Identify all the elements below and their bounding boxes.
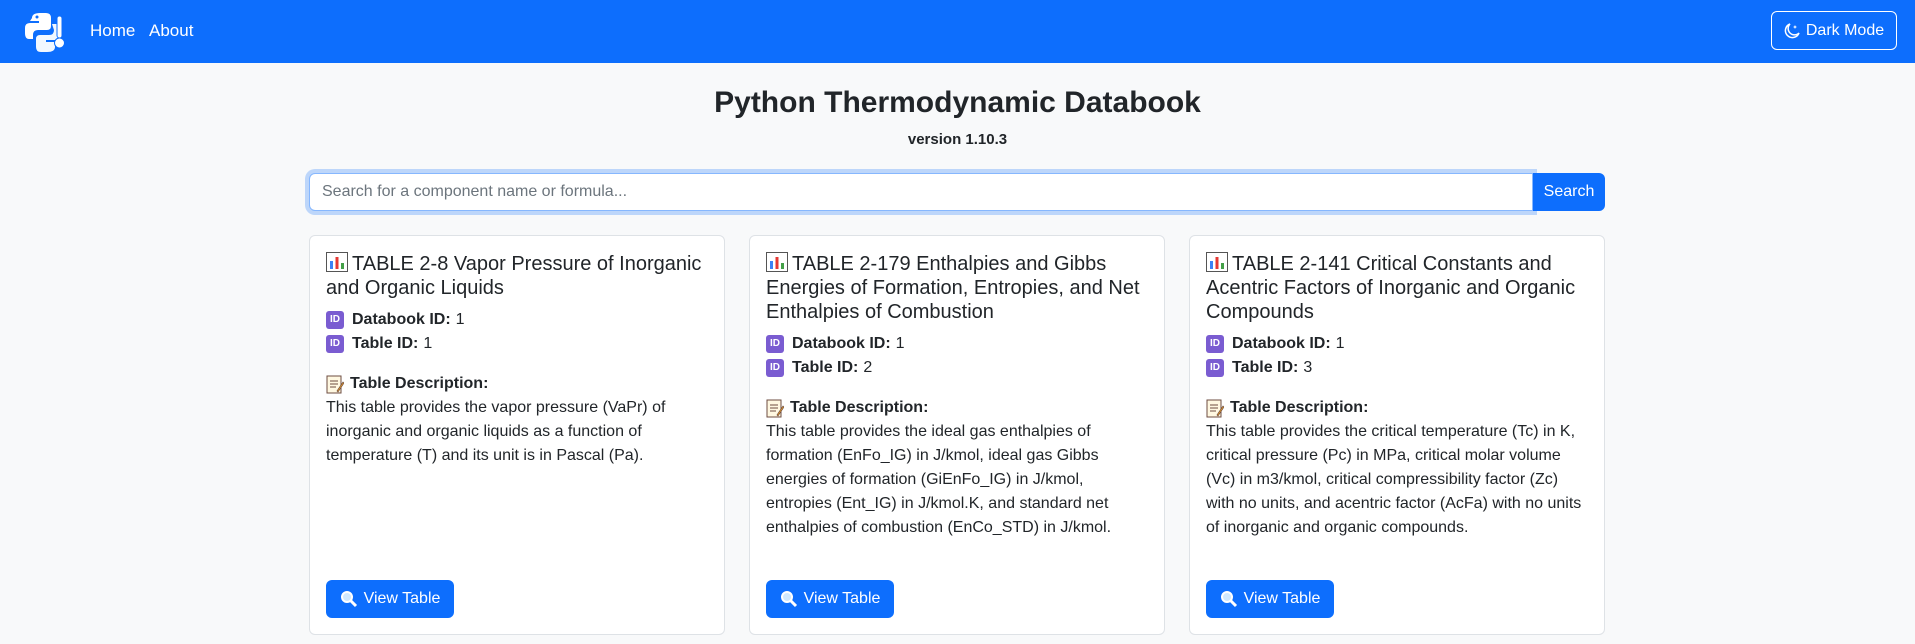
memo-icon (1206, 399, 1224, 417)
databook-id-row: ID Databook ID: 1 (766, 332, 1148, 356)
table-card: TABLE 2-179 Enthalpies and Gibbs Energie… (749, 235, 1165, 635)
bar-chart-icon (766, 252, 788, 272)
memo-icon (326, 375, 344, 393)
view-table-label: View Table (803, 590, 881, 607)
version-label: version 1.10.3 (907, 131, 1008, 148)
moon-icon (1784, 22, 1800, 38)
nav-about-link[interactable]: About (149, 21, 193, 41)
description-heading: Table Description: (766, 396, 1148, 420)
view-table-button[interactable]: View Table (766, 580, 894, 618)
view-table-label: View Table (1243, 590, 1321, 607)
memo-icon (766, 399, 784, 417)
table-id-label: Table ID: (352, 335, 419, 352)
search-button[interactable]: Search (1533, 173, 1605, 211)
id-icon: ID (766, 335, 784, 353)
table-id-value: 2 (863, 359, 873, 376)
magnifier-icon (1220, 591, 1237, 608)
view-table-button[interactable]: View Table (326, 580, 454, 618)
description-label: Table Description: (790, 399, 929, 416)
databook-id-label: Databook ID: (352, 311, 451, 328)
table-id-label: Table ID: (792, 359, 859, 376)
databook-id-value: 1 (1335, 335, 1345, 352)
id-icon: ID (766, 359, 784, 377)
id-icon: ID (1206, 359, 1224, 377)
nav-home-link[interactable]: Home (90, 21, 135, 41)
magnifier-icon (780, 591, 797, 608)
table-card: TABLE 2-141 Critical Constants and Acent… (1189, 235, 1605, 635)
databook-id-value: 1 (455, 311, 465, 328)
table-id-row: ID Table ID: 2 (766, 356, 1148, 380)
id-icon: ID (326, 311, 344, 329)
dark-mode-button[interactable]: Dark Mode (1771, 11, 1897, 50)
description-text: This table provides the critical tempera… (1206, 423, 1582, 536)
table-id-value: 3 (1303, 359, 1313, 376)
table-id-value: 1 (423, 335, 433, 352)
card-title: TABLE 2-141 Critical Constants and Acent… (1206, 252, 1588, 324)
description-label: Table Description: (350, 375, 489, 392)
databook-id-row: ID Databook ID: 1 (1206, 332, 1588, 356)
description-label: Table Description: (1230, 399, 1369, 416)
card-title: TABLE 2-179 Enthalpies and Gibbs Energie… (766, 252, 1148, 324)
navbar: Home About Dark Mode (0, 0, 1915, 63)
table-id-row: ID Table ID: 3 (1206, 356, 1588, 380)
bar-chart-icon (326, 252, 348, 272)
page-title: Python Thermodynamic Databook (714, 86, 1201, 119)
id-icon: ID (326, 335, 344, 353)
table-id-label: Table ID: (1232, 359, 1299, 376)
description-text: This table provides the vapor pressure (… (326, 399, 666, 464)
card-title-text: TABLE 2-141 Critical Constants and Acent… (1206, 253, 1576, 323)
databook-id-label: Databook ID: (1232, 335, 1331, 352)
databook-id-label: Databook ID: (792, 335, 891, 352)
card-title-text: TABLE 2-8 Vapor Pressure of Inorganic an… (326, 253, 702, 299)
card-title-text: TABLE 2-179 Enthalpies and Gibbs Energie… (766, 253, 1140, 323)
magnifier-icon (340, 591, 357, 608)
view-table-label: View Table (363, 590, 441, 607)
card-title: TABLE 2-8 Vapor Pressure of Inorganic an… (326, 252, 708, 300)
search-bar: Search (309, 173, 1605, 211)
python-thermometer-logo-icon[interactable] (24, 12, 66, 52)
table-id-row: ID Table ID: 1 (326, 332, 708, 356)
bar-chart-icon (1206, 252, 1228, 272)
search-input[interactable] (309, 173, 1533, 211)
dark-mode-label: Dark Mode (1805, 21, 1885, 39)
view-table-button[interactable]: View Table (1206, 580, 1334, 618)
description-text: This table provides the ideal gas enthal… (766, 423, 1112, 536)
databook-id-row: ID Databook ID: 1 (326, 308, 708, 332)
databook-id-value: 1 (895, 335, 905, 352)
description-heading: Table Description: (1206, 396, 1588, 420)
table-card: TABLE 2-8 Vapor Pressure of Inorganic an… (309, 235, 725, 635)
id-icon: ID (1206, 335, 1224, 353)
description-heading: Table Description: (326, 372, 708, 396)
